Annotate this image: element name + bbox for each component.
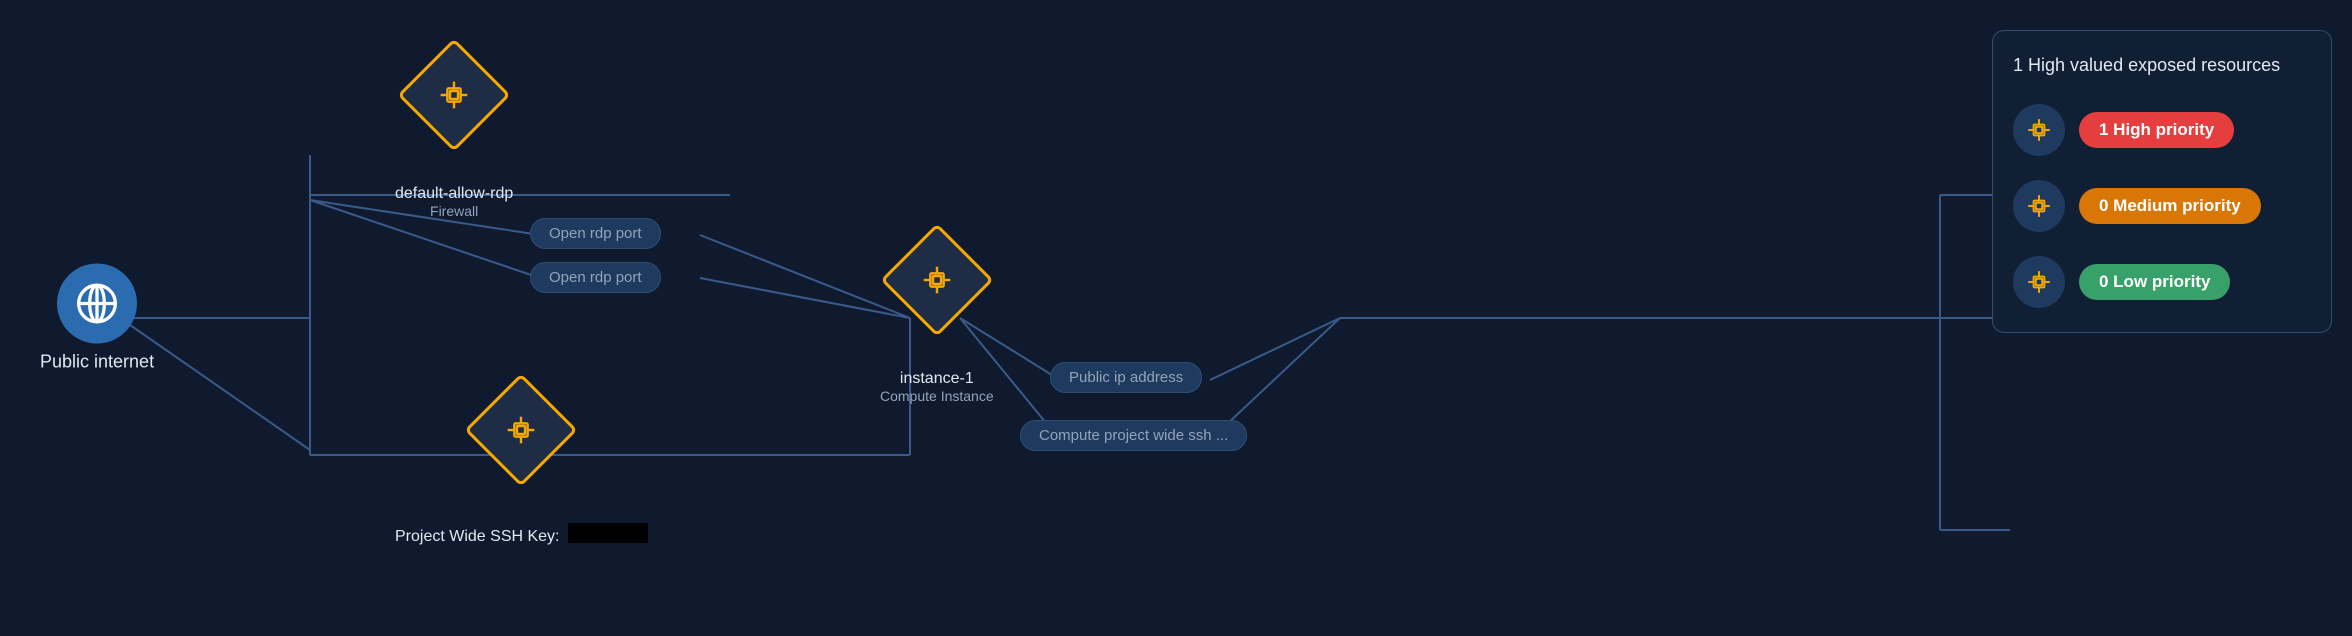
public-ip-tag: Public ip address (1050, 362, 1202, 393)
medium-priority-icon (2013, 180, 2065, 232)
panel-title: 1 High valued exposed resources (2013, 55, 2311, 76)
firewall-label: default-allow-rdp (395, 185, 513, 203)
rdp-tag-1: Open rdp port (530, 218, 661, 249)
rdp-tag-2-label: Open rdp port (530, 262, 661, 293)
globe-icon (57, 264, 137, 344)
high-priority-row: 1 High priority (2013, 104, 2311, 156)
ssh-key-redacted (568, 523, 648, 543)
ssh-diamond (465, 373, 578, 486)
compute-ssh-tag: Compute project wide ssh ... (1020, 420, 1247, 451)
main-container: Public internet default-allow-rdp Firewa… (0, 0, 2352, 636)
compute-ssh-label: Compute project wide ssh ... (1020, 420, 1247, 451)
high-priority-badge: 1 High priority (2079, 112, 2234, 148)
medium-priority-row: 0 Medium priority (2013, 180, 2311, 232)
ssh-key-node: Project Wide SSH Key: (395, 390, 648, 546)
low-priority-icon (2013, 256, 2065, 308)
public-internet-node: Public internet (40, 264, 154, 373)
low-priority-row: 0 Low priority (2013, 256, 2311, 308)
instance-label: instance-1 (900, 370, 974, 388)
rdp-tag-2: Open rdp port (530, 262, 661, 293)
instance-diamond (880, 223, 993, 336)
high-priority-icon (2013, 104, 2065, 156)
instance-node: instance-1 Compute Instance (880, 240, 994, 404)
firewall-node: default-allow-rdp Firewall (395, 55, 513, 219)
low-priority-badge: 0 Low priority (2079, 264, 2230, 300)
public-internet-label: Public internet (40, 352, 154, 373)
firewall-diamond (398, 38, 511, 151)
right-panel: 1 High valued exposed resources 1 High p… (1992, 30, 2332, 333)
firewall-sublabel: Firewall (430, 203, 478, 219)
instance-sublabel: Compute Instance (880, 388, 994, 404)
ssh-key-label: Project Wide SSH Key: (395, 528, 560, 546)
medium-priority-badge: 0 Medium priority (2079, 188, 2261, 224)
rdp-tag-1-label: Open rdp port (530, 218, 661, 249)
public-ip-label: Public ip address (1050, 362, 1202, 393)
